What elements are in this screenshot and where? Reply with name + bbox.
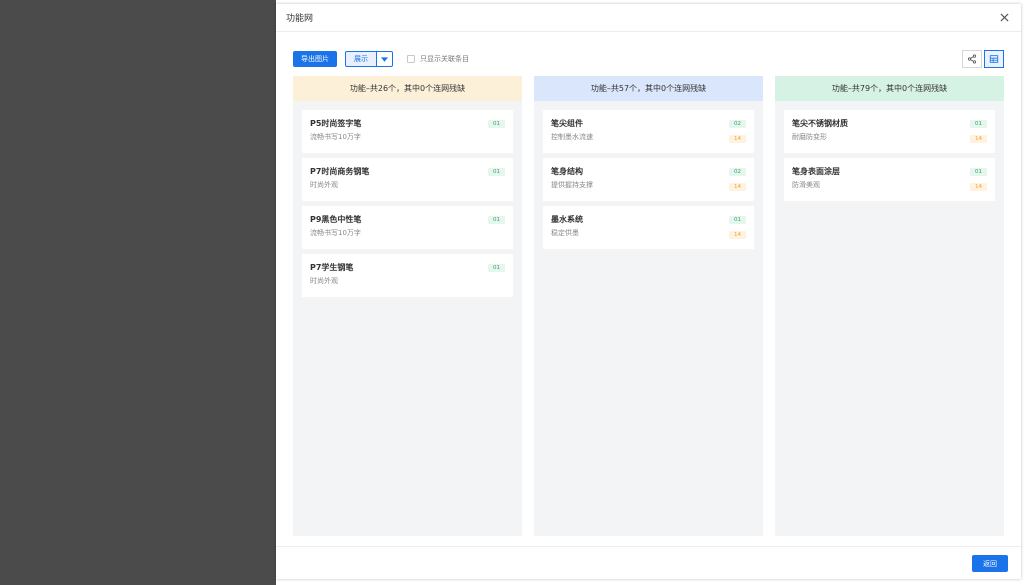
list-item[interactable]: 笔尖组件 控制墨水流速 02 14: [543, 110, 754, 153]
list-item[interactable]: 墨水系统 稳定供墨 01 14: [543, 206, 754, 249]
list-item[interactable]: P9黑色中性笔 流畅书写10万字 01: [302, 206, 513, 249]
view-toggles: [962, 50, 1004, 68]
count-badge: 14: [970, 183, 987, 191]
level-badge: 01: [729, 216, 746, 224]
dialog-header: 功能网: [276, 4, 1021, 32]
display-button[interactable]: 展示: [345, 51, 377, 67]
level-badge: 01: [970, 168, 987, 176]
card-title: 笔身表面涂层: [792, 167, 840, 176]
card-title: 笔尖不锈钢材质: [792, 119, 848, 128]
list-item[interactable]: 笔尖不锈钢材质 耐磨防变形 01 14: [784, 110, 995, 153]
modal-backdrop: [0, 0, 276, 585]
card-subtitle: 提供握持支撑: [551, 181, 593, 189]
chevron-down-icon[interactable]: [377, 51, 393, 67]
only-related-toggle[interactable]: 只显示关联条目: [407, 54, 469, 64]
card-subtitle: 耐磨防变形: [792, 133, 827, 141]
close-icon[interactable]: [997, 11, 1011, 25]
level-badge: 02: [729, 120, 746, 128]
level-badge: 01: [488, 264, 505, 272]
columns: 功能–共26个，其中0个连网残缺 P5时尚签字笔 流畅书写10万字 01 P7时…: [293, 76, 1004, 536]
card-title: P9黑色中性笔: [310, 215, 362, 224]
card-title: P7学生钢笔: [310, 263, 354, 272]
column-body: 笔尖不锈钢材质 耐磨防变形 01 14 笔身表面涂层 防滑美观 01 14: [775, 101, 1004, 215]
toolbar: 导出图片 展示 只显示关联条目: [293, 50, 1004, 68]
dialog-footer: 返回: [276, 546, 1021, 579]
only-related-checkbox[interactable]: [407, 55, 415, 63]
list-item[interactable]: 笔身表面涂层 防滑美观 01 14: [784, 158, 995, 201]
card-subtitle: 防滑美观: [792, 181, 820, 189]
dialog-title: 功能网: [286, 14, 314, 24]
column-1: 功能–共26个，其中0个连网残缺 P5时尚签字笔 流畅书写10万字 01 P7时…: [293, 76, 522, 536]
column-2: 功能–共57个，其中0个连网残缺 笔尖组件 控制墨水流速 02 14 笔身结构 …: [534, 76, 763, 536]
card-subtitle: 控制墨水流速: [551, 133, 593, 141]
column-body: P5时尚签字笔 流畅书写10万字 01 P7时尚商务钢笔 时尚外观 01 P9黑…: [293, 101, 522, 311]
back-button[interactable]: 返回: [972, 555, 1008, 572]
level-badge: 01: [970, 120, 987, 128]
list-item[interactable]: P5时尚签字笔 流畅书写10万字 01: [302, 110, 513, 153]
export-image-button[interactable]: 导出图片: [293, 51, 337, 67]
card-subtitle: 稳定供墨: [551, 229, 579, 237]
count-badge: 14: [729, 135, 746, 143]
count-badge: 14: [729, 183, 746, 191]
level-badge: 02: [729, 168, 746, 176]
list-item[interactable]: P7时尚商务钢笔 时尚外观 01: [302, 158, 513, 201]
list-item[interactable]: P7学生钢笔 时尚外观 01: [302, 254, 513, 297]
table-view-icon[interactable]: [984, 50, 1004, 68]
function-network-dialog: 功能网 导出图片 展示 只显示关联条目 功能–共26个，其中0个连网残缺 P5时…: [276, 4, 1021, 579]
card-title: P7时尚商务钢笔: [310, 167, 370, 176]
card-subtitle: 流畅书写10万字: [310, 133, 361, 141]
card-title: P5时尚签字笔: [310, 119, 362, 128]
column-header: 功能–共79个，其中0个连网残缺: [775, 76, 1004, 101]
column-body: 笔尖组件 控制墨水流速 02 14 笔身结构 提供握持支撑 02 14 墨水系统…: [534, 101, 763, 263]
share-icon[interactable]: [962, 50, 982, 68]
card-subtitle: 流畅书写10万字: [310, 229, 361, 237]
card-subtitle: 时尚外观: [310, 277, 338, 285]
column-3: 功能–共79个，其中0个连网残缺 笔尖不锈钢材质 耐磨防变形 01 14 笔身表…: [775, 76, 1004, 536]
level-badge: 01: [488, 168, 505, 176]
column-header: 功能–共26个，其中0个连网残缺: [293, 76, 522, 101]
column-header: 功能–共57个，其中0个连网残缺: [534, 76, 763, 101]
display-dropdown[interactable]: 展示: [345, 51, 393, 67]
list-item[interactable]: 笔身结构 提供握持支撑 02 14: [543, 158, 754, 201]
count-badge: 14: [729, 231, 746, 239]
card-title: 墨水系统: [551, 215, 583, 224]
count-badge: 14: [970, 135, 987, 143]
level-badge: 01: [488, 216, 505, 224]
only-related-label: 只显示关联条目: [420, 55, 469, 63]
level-badge: 01: [488, 120, 505, 128]
card-title: 笔尖组件: [551, 119, 583, 128]
card-title: 笔身结构: [551, 167, 583, 176]
card-subtitle: 时尚外观: [310, 181, 338, 189]
